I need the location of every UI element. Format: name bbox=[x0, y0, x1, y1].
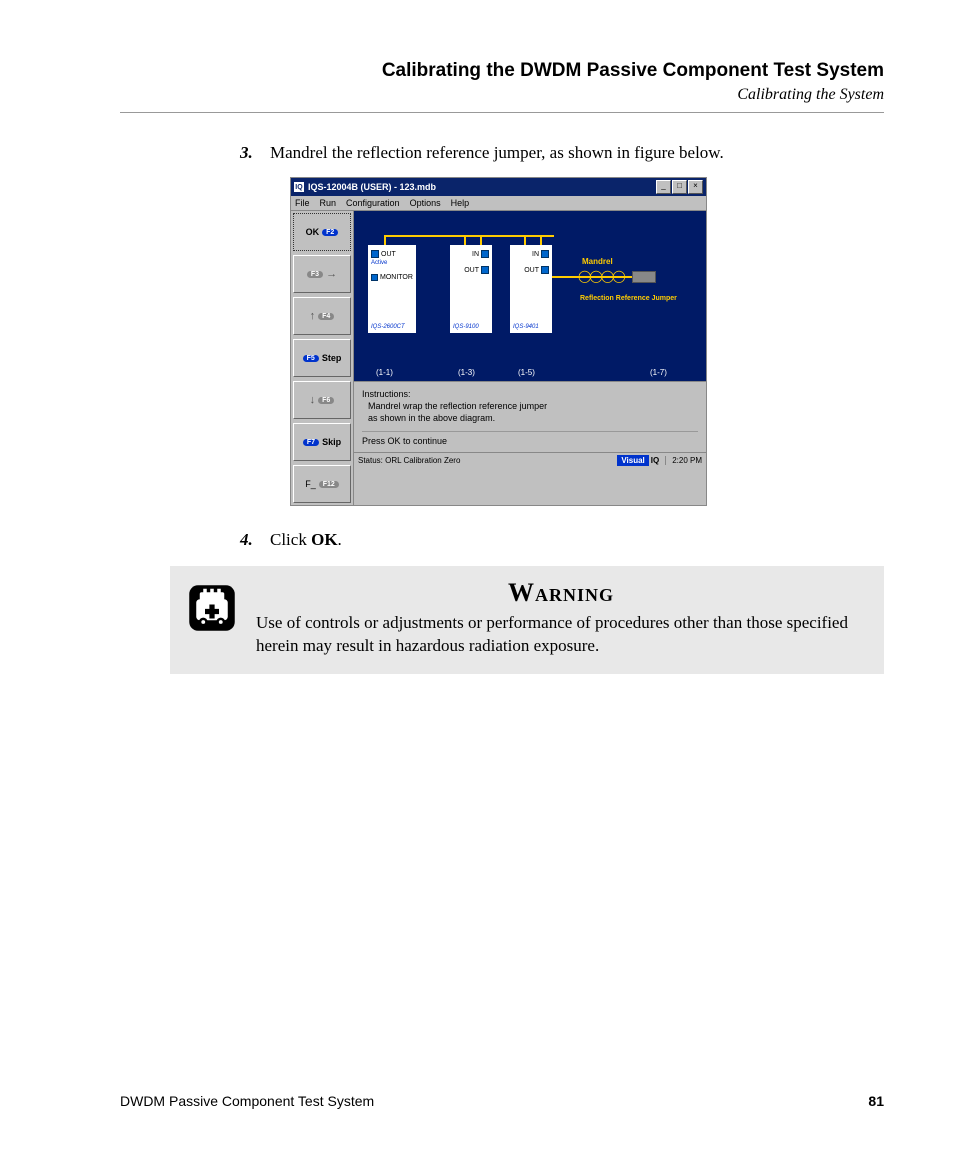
skip-label: Skip bbox=[322, 437, 341, 447]
ok-button[interactable]: OK F2 bbox=[293, 213, 351, 251]
section-title: Calibrating the System bbox=[120, 86, 884, 104]
warning-body: Warning Use of controls or adjustments o… bbox=[256, 578, 866, 658]
step-text: Mandrel the reflection reference jumper,… bbox=[270, 143, 884, 163]
slot-label: (1-5) bbox=[518, 368, 535, 377]
port-icon bbox=[481, 266, 489, 274]
step-button[interactable]: F5 Step bbox=[293, 339, 351, 377]
module-name: IQS-9401 bbox=[513, 324, 549, 330]
arrow-right-icon: → bbox=[326, 268, 337, 280]
menu-configuration[interactable]: Configuration bbox=[346, 198, 400, 208]
step-number: 4. bbox=[240, 530, 270, 550]
ok-label: OK bbox=[306, 227, 320, 237]
warning-box: Warning Use of controls or adjustments o… bbox=[170, 566, 884, 674]
close-button[interactable]: × bbox=[688, 180, 703, 194]
titlebar: IQ IQS-12004B (USER) - 123.mdb _ □ × bbox=[291, 178, 706, 196]
status-text: Status: ORL Calibration Zero bbox=[358, 456, 617, 465]
app-window: IQ IQS-12004B (USER) - 123.mdb _ □ × Fil… bbox=[290, 177, 707, 506]
menu-run[interactable]: Run bbox=[320, 198, 337, 208]
wire bbox=[480, 235, 526, 237]
step-3: 3. Mandrel the reflection reference jump… bbox=[240, 143, 884, 163]
module-iqs-2600ct: OUT Active MONITOR IQS-2600CT bbox=[368, 245, 416, 333]
f6-badge: F6 bbox=[318, 397, 334, 404]
f3-button[interactable]: F3 → bbox=[293, 255, 351, 293]
menu-options[interactable]: Options bbox=[410, 198, 441, 208]
app-body: OK F2 F3 → ↑ F4 F5 Step bbox=[291, 211, 706, 505]
slot-label: (1-7) bbox=[650, 368, 667, 377]
slot-label: (1-3) bbox=[458, 368, 475, 377]
function-key-panel: OK F2 F3 → ↑ F4 F5 Step bbox=[291, 211, 354, 505]
module-name: IQS-2600CT bbox=[371, 324, 413, 330]
terminator-icon bbox=[632, 271, 656, 283]
instructions-ok: Press OK to continue bbox=[362, 431, 698, 446]
visual-badge: Visual bbox=[617, 455, 648, 466]
port-label: Active bbox=[371, 260, 413, 266]
f4-button[interactable]: ↑ F4 bbox=[293, 297, 351, 335]
f12-label: F_ bbox=[305, 479, 316, 489]
minimize-button[interactable]: _ bbox=[656, 180, 671, 194]
module-iqs-9100: IN OUT IQS-9100 bbox=[450, 245, 492, 333]
f12-button[interactable]: F_ F12 bbox=[293, 465, 351, 503]
maximize-button[interactable]: □ bbox=[672, 180, 687, 194]
f3-badge: F3 bbox=[307, 271, 323, 278]
page-header: Calibrating the DWDM Passive Component T… bbox=[120, 60, 884, 104]
step-text: Click OK. bbox=[270, 530, 884, 550]
instructions-heading: Instructions: bbox=[362, 388, 698, 400]
header-rule bbox=[120, 112, 884, 113]
skip-button[interactable]: F7 Skip bbox=[293, 423, 351, 461]
footer-doc-title: DWDM Passive Component Test System bbox=[120, 1093, 374, 1109]
slot-label: (1-1) bbox=[376, 368, 393, 377]
arrow-down-icon: ↓ bbox=[310, 394, 316, 406]
iq-badge: IQ bbox=[651, 456, 659, 465]
app-icon: IQ bbox=[294, 182, 304, 192]
reflection-jumper-label: Reflection Reference Jumper bbox=[580, 295, 677, 302]
main-canvas: OUT Active MONITOR IQS-2600CT IN OUT bbox=[354, 211, 706, 505]
menu-help[interactable]: Help bbox=[451, 198, 470, 208]
port-label: IN bbox=[532, 251, 539, 258]
warning-text: Use of controls or adjustments or perfor… bbox=[256, 612, 866, 658]
port-icon bbox=[481, 250, 489, 258]
port-label: OUT bbox=[381, 251, 396, 258]
menu-file[interactable]: File bbox=[295, 198, 310, 208]
mandrel-label: Mandrel bbox=[582, 257, 613, 266]
f4-badge: F4 bbox=[318, 313, 334, 320]
mandrel-coil-icon: ◯◯◯◯ bbox=[578, 269, 624, 283]
port-icon bbox=[541, 250, 549, 258]
instructions-line: Mandrel wrap the reflection reference ju… bbox=[362, 400, 698, 412]
port-label: OUT bbox=[464, 267, 479, 274]
port-icon bbox=[371, 250, 379, 258]
wire bbox=[384, 235, 554, 237]
f6-button[interactable]: ↓ F6 bbox=[293, 381, 351, 419]
wiring-diagram: OUT Active MONITOR IQS-2600CT IN OUT bbox=[354, 211, 706, 381]
instructions-panel: Instructions: Mandrel wrap the reflectio… bbox=[354, 381, 706, 452]
menu-bar: File Run Configuration Options Help bbox=[291, 196, 706, 211]
step-number: 3. bbox=[240, 143, 270, 163]
f12-badge: F12 bbox=[319, 481, 339, 488]
warning-title: Warning bbox=[256, 578, 866, 608]
port-icon bbox=[541, 266, 549, 274]
page-footer: DWDM Passive Component Test System 81 bbox=[120, 1093, 884, 1109]
f7-badge: F7 bbox=[303, 439, 319, 446]
page-number: 81 bbox=[868, 1093, 884, 1109]
f2-badge: F2 bbox=[322, 229, 338, 236]
step-label: Step bbox=[322, 353, 342, 363]
ambulance-icon bbox=[184, 580, 240, 636]
port-icon bbox=[371, 274, 378, 281]
port-label: OUT bbox=[524, 267, 539, 274]
f5-badge: F5 bbox=[303, 355, 319, 362]
module-name: IQS-9100 bbox=[453, 324, 489, 330]
clock: 2:20 PM bbox=[665, 456, 702, 465]
instructions-line: as shown in the above diagram. bbox=[362, 412, 698, 424]
chapter-title: Calibrating the DWDM Passive Component T… bbox=[120, 60, 884, 82]
status-bar: Status: ORL Calibration Zero Visual IQ 2… bbox=[354, 452, 706, 468]
window-title: IQS-12004B (USER) - 123.mdb bbox=[308, 182, 655, 192]
port-label: MONITOR bbox=[380, 274, 413, 281]
arrow-up-icon: ↑ bbox=[310, 310, 316, 322]
screenshot-figure: IQ IQS-12004B (USER) - 123.mdb _ □ × Fil… bbox=[290, 177, 884, 506]
document-page: Calibrating the DWDM Passive Component T… bbox=[0, 0, 954, 1159]
port-label: IN bbox=[472, 251, 479, 258]
module-iqs-9401: IN OUT IQS-9401 bbox=[510, 245, 552, 333]
step-4: 4. Click OK. bbox=[240, 530, 884, 550]
